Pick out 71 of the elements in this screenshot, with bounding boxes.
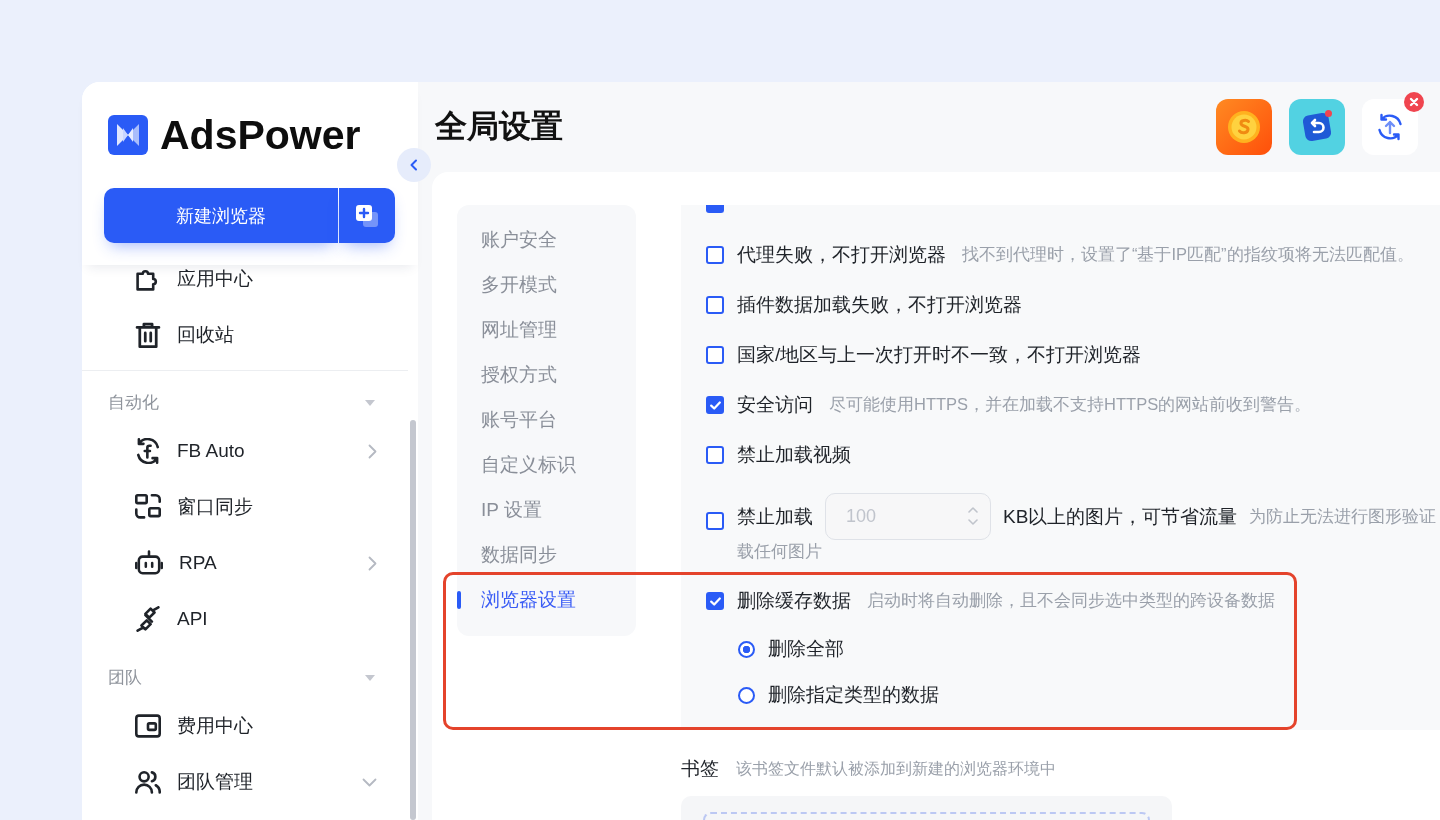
checkbox[interactable]: [706, 346, 724, 364]
section-header[interactable]: 团队: [108, 658, 377, 698]
logo-icon: [108, 115, 148, 155]
circular-arrows-icon: [135, 438, 161, 464]
undo-button[interactable]: [1289, 99, 1345, 155]
option-label: 禁止加载: [737, 504, 813, 529]
add-menu-button[interactable]: [339, 188, 395, 243]
close-badge-icon[interactable]: [1404, 92, 1424, 112]
chevron-right-icon: [368, 555, 377, 571]
plug-icon: [135, 606, 161, 632]
sidebar-item[interactable]: 应用中心: [108, 265, 377, 307]
chevron-right-icon: [368, 443, 377, 459]
option-label: 国家/地区与上一次打开时不一致，不打开浏览器: [737, 343, 1142, 367]
section-header[interactable]: 自动化: [108, 383, 377, 423]
checkbox[interactable]: [706, 296, 724, 314]
settings-nav-item[interactable]: 账号平台: [457, 397, 636, 442]
chevron-left-icon: [410, 159, 418, 171]
checkmark-icon: [709, 596, 721, 606]
option-label: 插件数据加载失败，不打开浏览器: [737, 293, 1022, 317]
option-label: KB以上的图片，可节省流量: [1003, 504, 1238, 529]
sidebar-item[interactable]: 窗口同步: [108, 479, 377, 535]
option-label: 删除全部: [768, 637, 844, 661]
settings-nav-item[interactable]: 网址管理: [457, 307, 636, 352]
wallet-icon: [135, 713, 161, 739]
coin-button[interactable]: [1216, 99, 1272, 155]
radio-button[interactable]: [738, 640, 755, 658]
sidebar-item[interactable]: 回收站: [108, 307, 377, 363]
sync-button[interactable]: [1362, 99, 1418, 155]
sidebar-item[interactable]: 费用中心: [108, 698, 377, 754]
trash-icon: [135, 322, 161, 348]
new-browser-button[interactable]: 新建浏览器: [104, 188, 338, 243]
undo-icon: [1301, 111, 1333, 143]
radio-button[interactable]: [738, 686, 755, 704]
page-title: 全局设置: [435, 107, 563, 146]
settings-nav-item[interactable]: 授权方式: [457, 352, 636, 397]
checkbox[interactable]: [706, 592, 724, 610]
option-label: 删除缓存数据: [737, 589, 851, 613]
option-description: 找不到代理时，设置了“基于IP匹配”的指纹项将无法匹配值。: [962, 244, 1414, 265]
option-label: 代理失败，不打开浏览器: [737, 243, 946, 267]
settings-nav-item[interactable]: 多开模式: [457, 262, 636, 307]
option-description: 启动时将自动删除，且不会同步选中类型的跨设备数据: [867, 590, 1275, 611]
option-label: 禁止加载视频: [737, 443, 851, 467]
robot-icon: [135, 550, 163, 576]
bookmark-description: 该书签文件默认被添加到新建的浏览器环境中: [736, 758, 1056, 779]
checkbox[interactable]: [706, 246, 724, 264]
settings-nav-item[interactable]: 账户安全: [457, 217, 636, 262]
settings-nav-item[interactable]: 浏览器设置: [457, 577, 636, 622]
settings-nav-item[interactable]: 自定义标识: [457, 442, 636, 487]
sidebar-item[interactable]: 团队管理: [108, 754, 377, 810]
option-label: 删除指定类型的数据: [768, 683, 939, 707]
users-icon: [135, 769, 161, 795]
checkbox[interactable]: [706, 446, 724, 464]
windows-icon: [135, 494, 161, 520]
option-description: 载任何图片: [737, 541, 822, 562]
option-label: 安全访问: [737, 393, 813, 417]
option-description: 尽可能使用HTTPS，并在加载不支持HTTPS的网站前收到警告。: [829, 394, 1312, 415]
plus-square-icon: [355, 203, 379, 228]
bookmark-label: 书签: [681, 757, 719, 781]
checkmark-icon: [709, 400, 721, 410]
sync-upload-icon: [1375, 112, 1405, 142]
coin-icon: [1227, 110, 1261, 144]
settings-nav-item[interactable]: IP 设置: [457, 487, 636, 532]
checkbox[interactable]: [706, 205, 724, 213]
settings-nav-item[interactable]: 数据同步: [457, 532, 636, 577]
brand-name: AdsPower: [160, 114, 361, 156]
sidebar-item[interactable]: RPA: [108, 535, 377, 591]
checkbox[interactable]: [706, 396, 724, 414]
sidebar-item[interactable]: API: [108, 591, 377, 647]
sidebar-item[interactable]: FB Auto: [108, 423, 377, 479]
scrollbar-thumb[interactable]: [410, 420, 416, 820]
option-description: 为防止无法进行图形验证: [1249, 505, 1437, 527]
